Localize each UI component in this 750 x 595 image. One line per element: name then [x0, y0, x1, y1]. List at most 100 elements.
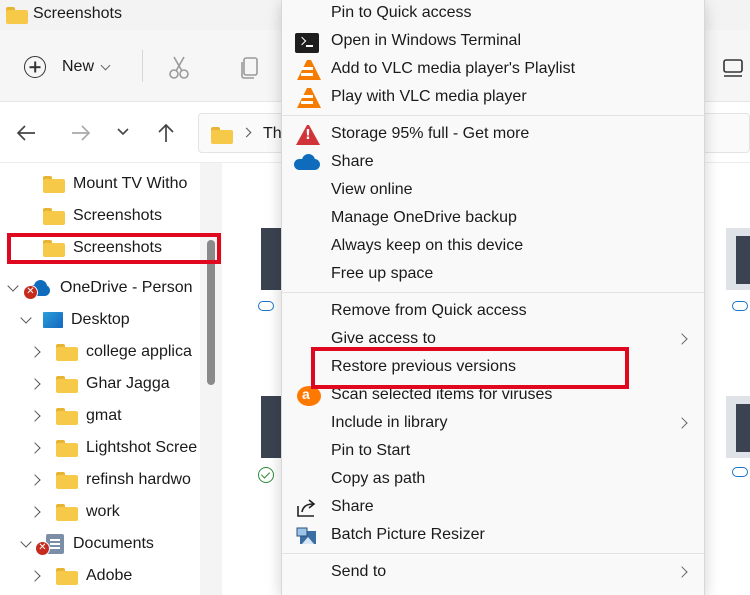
recent-locations-chevron-icon[interactable]: [116, 127, 130, 137]
sync-error-icon: ✕: [23, 285, 38, 300]
folder-icon: [56, 375, 78, 393]
sidebar-item-lightshot[interactable]: Lightshot Scree: [56, 436, 197, 460]
sidebar-item-desktop[interactable]: Desktop: [43, 308, 130, 332]
menu-item-pin-start[interactable]: Pin to Start: [282, 438, 704, 466]
menu-item-batch-resizer[interactable]: Batch Picture Resizer: [282, 522, 704, 550]
cloud-status-icon: [258, 301, 274, 311]
onedrive-icon: [294, 154, 320, 174]
menu-item-pin-quick-access[interactable]: Pin to Quick access: [282, 0, 704, 28]
sidebar-item-label: work: [86, 503, 120, 520]
sidebar-item-documents[interactable]: Documents: [46, 532, 154, 556]
chevron-right-icon: [676, 333, 688, 345]
menu-item-vlc-playlist[interactable]: Add to VLC media player's Playlist: [282, 56, 704, 84]
menu-item-include-library[interactable]: Include in library: [282, 410, 704, 438]
folder-icon: [56, 343, 78, 361]
menu-item-remove-quick-access[interactable]: Remove from Quick access: [282, 298, 704, 326]
desktop-icon: [43, 312, 63, 328]
toolbar-divider: [142, 50, 143, 82]
vlc-icon: [297, 88, 321, 108]
menu-separator: [282, 553, 704, 554]
new-button-label: New: [62, 58, 95, 75]
folder-icon: [211, 127, 233, 144]
folder-icon: [6, 7, 28, 24]
avast-icon: [297, 386, 321, 406]
file-thumbnail[interactable]: [261, 396, 281, 458]
file-thumbnail[interactable]: [261, 228, 281, 290]
chevron-down-icon: [100, 60, 111, 70]
menu-item-copy-path[interactable]: Copy as path: [282, 466, 704, 494]
sidebar-item-adobe[interactable]: Adobe: [56, 564, 132, 588]
menu-item-share[interactable]: Share: [282, 494, 704, 522]
menu-item-free-up-space[interactable]: Free up space: [282, 261, 704, 289]
menu-item-label: Open in Windows Terminal: [331, 32, 522, 49]
sidebar-item-label: Screenshots: [73, 207, 162, 224]
breadcrumb-item[interactable]: Th: [263, 125, 282, 143]
cut-icon[interactable]: [168, 56, 190, 80]
back-arrow-icon[interactable]: [15, 123, 37, 143]
chevron-right-icon: [676, 417, 688, 429]
menu-item-label: Pin to Quick access: [331, 4, 472, 21]
sidebar-item-onedrive[interactable]: OneDrive - Person: [24, 276, 193, 300]
sidebar-item-work[interactable]: work: [56, 500, 120, 524]
folder-icon: [43, 207, 65, 225]
menu-item-label: Add to VLC media player's Playlist: [331, 60, 576, 77]
menu-item-label: Remove from Quick access: [331, 302, 527, 319]
sidebar-item-label: Adobe: [86, 567, 133, 584]
cloud-status-icon: [732, 467, 748, 477]
file-thumbnail-image: [736, 404, 750, 452]
sidebar-item-gmat[interactable]: gmat: [56, 404, 122, 428]
menu-item-label: Share: [331, 153, 374, 170]
folder-icon: [56, 503, 78, 521]
menu-item-view-online[interactable]: View online: [282, 177, 704, 205]
terminal-icon: [295, 33, 319, 53]
menu-item-label: Manage OneDrive backup: [331, 209, 517, 226]
menu-item-onedrive-share[interactable]: Share: [282, 149, 704, 177]
menu-item-send-to[interactable]: Send to: [282, 559, 704, 587]
menu-separator: [282, 115, 704, 116]
menu-item-label: Copy as path: [331, 470, 426, 487]
menu-item-manage-backup[interactable]: Manage OneDrive backup: [282, 205, 704, 233]
sidebar-item-mount-tv[interactable]: Mount TV Witho: [43, 172, 187, 196]
file-thumbnail-image: [736, 236, 750, 284]
sidebar-item-label: Lightshot Scree: [86, 439, 198, 456]
menu-item-label: Play with VLC media player: [331, 88, 527, 105]
menu-item-label: Always keep on this device: [331, 237, 524, 254]
menu-item-label: Give access to: [331, 330, 436, 347]
image-resizer-icon: [296, 527, 316, 544]
menu-item-open-terminal[interactable]: Open in Windows Terminal: [282, 28, 704, 56]
highlight-box: [311, 347, 629, 389]
menu-item-always-keep[interactable]: Always keep on this device: [282, 233, 704, 261]
context-menu: Pin to Quick access Open in Windows Term…: [281, 0, 705, 595]
menu-item-label: View online: [331, 181, 413, 198]
sidebar-item-label: Documents: [73, 535, 154, 552]
sync-error-icon: ✕: [35, 541, 50, 556]
folder-icon: [56, 567, 78, 585]
menu-item-label: Pin to Start: [331, 442, 411, 459]
view-icon[interactable]: [722, 58, 744, 78]
folder-icon: [56, 439, 78, 457]
menu-separator: [282, 292, 704, 293]
menu-item-label: Free up space: [331, 265, 434, 282]
chevron-right-icon: [676, 566, 688, 578]
menu-item-storage-full[interactable]: Storage 95% full - Get more: [282, 121, 704, 149]
menu-item-label: Send to: [331, 563, 387, 580]
menu-item-label: Storage 95% full - Get more: [331, 125, 530, 142]
forward-arrow-icon[interactable]: [70, 123, 92, 143]
new-button[interactable]: New: [24, 56, 111, 78]
sidebar-item-college[interactable]: college applica: [56, 340, 192, 364]
sidebar-item-ghar-jagga[interactable]: Ghar Jagga: [56, 372, 170, 396]
sidebar-item-label: Ghar Jagga: [86, 375, 170, 392]
sidebar-item-label: gmat: [86, 407, 122, 424]
menu-item-vlc-play[interactable]: Play with VLC media player: [282, 84, 704, 112]
sidebar-item-label: college applica: [86, 343, 192, 360]
sidebar-item-screenshots[interactable]: Screenshots: [43, 204, 162, 228]
sidebar-item-label: refinsh hardwo: [86, 471, 191, 488]
sidebar-item-refinsh[interactable]: refinsh hardwo: [56, 468, 191, 492]
folder-icon: [56, 407, 78, 425]
up-arrow-icon[interactable]: [155, 122, 177, 144]
window-title: Screenshots: [33, 5, 122, 22]
vlc-icon: [297, 60, 321, 80]
sidebar-item-label: Mount TV Witho: [73, 175, 188, 192]
copy-icon[interactable]: [238, 56, 260, 80]
warning-icon: [296, 125, 320, 145]
